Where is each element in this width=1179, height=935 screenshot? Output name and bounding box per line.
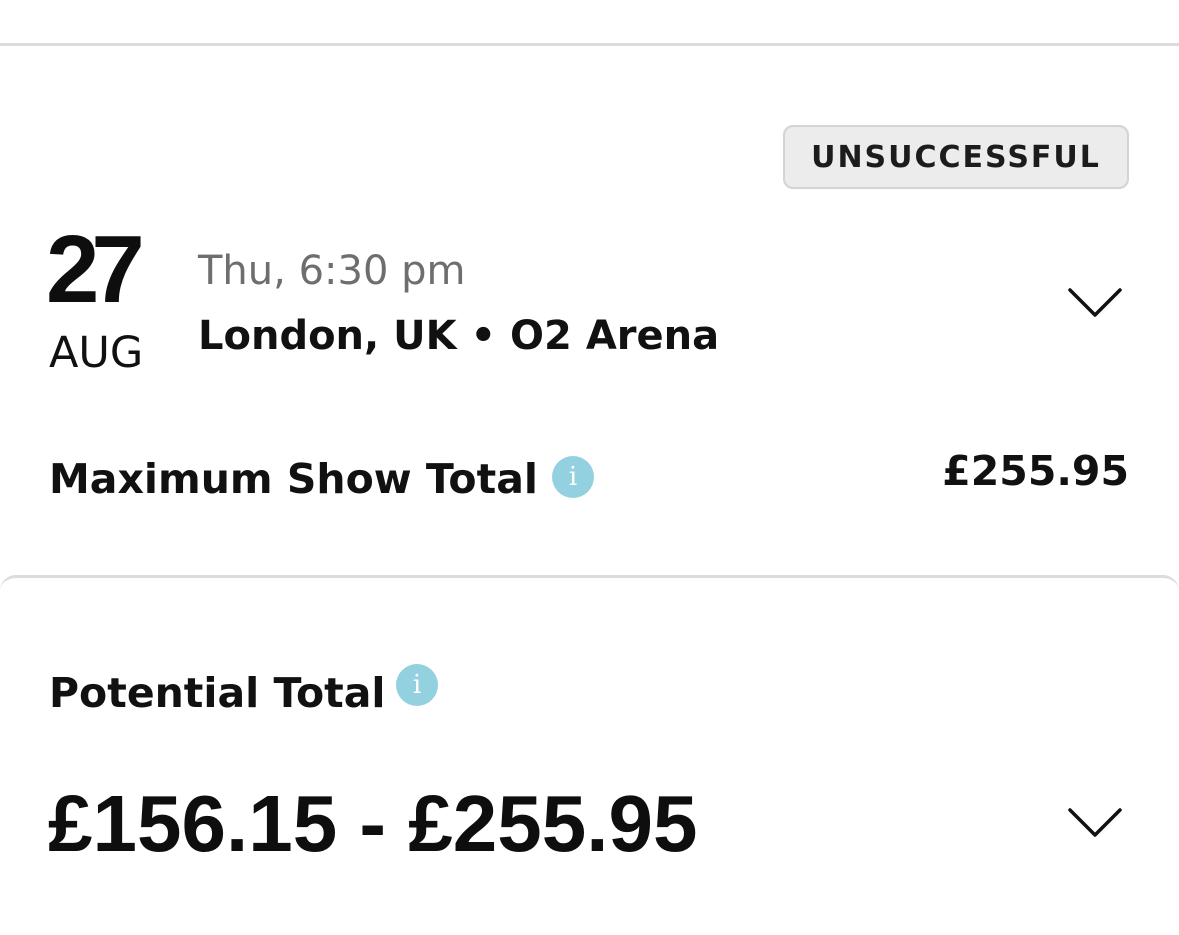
event-time: Thu, 6:30 pm: [198, 248, 466, 294]
status-badge: UNSUCCESSFUL: [783, 125, 1129, 189]
potential-total-card: [0, 575, 1179, 935]
potential-total-range: £156.15 - £255.95: [48, 779, 698, 868]
top-divider: [0, 43, 1179, 46]
maximum-show-total-info-icon[interactable]: i: [552, 456, 594, 498]
expand-event-chevron-down-icon[interactable]: [1067, 286, 1123, 320]
event-date-day: 27: [46, 216, 145, 323]
potential-total-info-icon[interactable]: i: [396, 664, 438, 706]
maximum-show-total-value: £255.95: [942, 447, 1129, 495]
expand-potential-total-chevron-down-icon[interactable]: [1067, 806, 1123, 840]
maximum-show-total-label: Maximum Show Total: [49, 455, 538, 503]
event-location: London, UK • O2 Arena: [198, 313, 720, 359]
potential-total-label: Potential Total: [49, 669, 386, 717]
event-date-month: AUG: [49, 328, 144, 378]
